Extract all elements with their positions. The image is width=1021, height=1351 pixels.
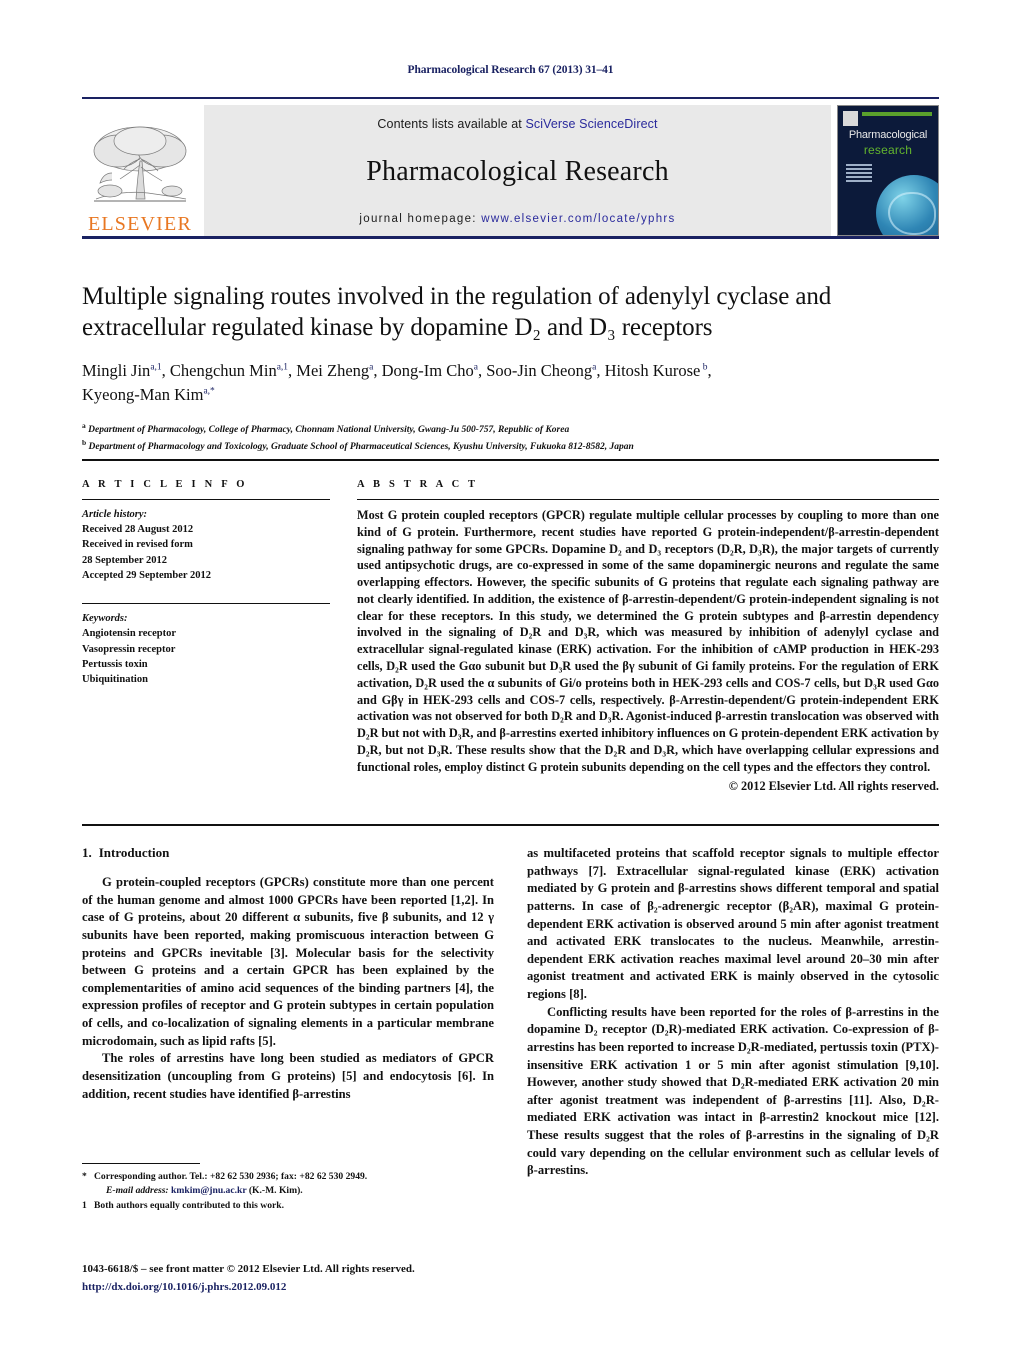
footnote-corresponding-author: * Corresponding author. Tel.: +82 62 530 … <box>82 1170 494 1184</box>
sciencedirect-link[interactable]: SciVerse ScienceDirect <box>525 117 657 131</box>
title-bottom-rule <box>82 459 939 461</box>
history-line-1: Received in revised form <box>82 539 193 551</box>
email-suffix: (K.-M. Kim). <box>248 1185 303 1197</box>
journal-cover-thumbnail: Pharmacological research <box>837 105 939 236</box>
homepage-prefix: journal homepage: <box>359 213 482 225</box>
journal-homepage-line: journal homepage: www.elsevier.com/locat… <box>359 213 675 225</box>
keyword-0: Angiotensin receptor <box>82 628 177 640</box>
masthead-center-band: Contents lists available at SciVerse Sci… <box>204 105 831 236</box>
cover-title-line1: Pharmacological <box>848 129 928 141</box>
elsevier-wordmark: ELSEVIER <box>87 213 193 235</box>
footnote-email: E-mail address: kmkim@jnu.ac.kr (K.-M. K… <box>82 1184 494 1198</box>
contents-lists-line: Contents lists available at SciVerse Sci… <box>377 117 657 131</box>
abstract-heading: A B S T R A C T <box>357 479 479 490</box>
abstract-bottom-rule <box>82 824 939 826</box>
article-info-rule <box>82 499 330 500</box>
history-line-0: Received 28 August 2012 <box>82 524 194 536</box>
journal-masthead: ELSEVIER Contents lists available at Sci… <box>82 97 939 236</box>
article-history-group: Article history: Received 28 August 2012… <box>82 507 330 583</box>
abstract-column: A B S T R A C T Most G protein coupled r… <box>357 479 939 794</box>
affiliation-a: a Department of Pharmacology, College of… <box>82 420 570 435</box>
intro-paragraph-3: as multifaceted proteins that scaffold r… <box>527 846 939 1001</box>
journal-homepage-link[interactable]: www.elsevier.com/locate/yphrs <box>481 213 675 225</box>
abstract-copyright: © 2012 Elsevier Ltd. All rights reserved… <box>728 778 939 793</box>
intro-paragraph-1: G protein-coupled receptors (GPCRs) cons… <box>82 875 494 1048</box>
cover-brain-image <box>876 175 938 235</box>
article-info-heading: A R T I C L E I N F O <box>82 479 248 490</box>
body-column-left: 1. Introduction G protein-coupled recepto… <box>82 845 494 1103</box>
cover-title-line2: research <box>863 143 913 157</box>
affiliation-a-text: Department of Pharmacology, College of P… <box>88 425 570 435</box>
elsevier-logo: ELSEVIER <box>82 105 198 236</box>
keywords-label: Keywords: <box>82 613 128 625</box>
page-title: Multiple signaling routes involved in th… <box>82 283 832 341</box>
cover-elsevier-mark-icon <box>843 111 858 126</box>
keyword-3: Ubiquitination <box>82 673 148 685</box>
elsevier-tree-icon <box>93 126 187 202</box>
keywords-group: Keywords: Angiotensin receptor Vasopress… <box>82 611 330 687</box>
keyword-2: Pertussis toxin <box>82 658 148 670</box>
history-line-2: 28 September 2012 <box>82 554 167 566</box>
abstract-text: Most G protein coupled receptors (GPCR) … <box>357 508 939 774</box>
corresponding-author-text: Corresponding author. Tel.: +82 62 530 2… <box>94 1171 368 1182</box>
issn-copyright-line: 1043-6618/$ – see front matter © 2012 El… <box>82 1263 415 1275</box>
email-label: E-mail address: <box>106 1185 169 1197</box>
keyword-1: Vasopressin receptor <box>82 643 176 655</box>
section-title-text: Introduction <box>98 845 170 860</box>
footnote-block: * Corresponding author. Tel.: +82 62 530 … <box>82 1163 494 1213</box>
keywords-rule <box>82 603 330 605</box>
doi-link[interactable]: http://dx.doi.org/10.1016/j.phrs.2012.09… <box>82 1279 582 1297</box>
article-history-label: Article history: <box>82 509 148 520</box>
equal-contribution-text: Both authors equally contributed to this… <box>94 1199 285 1211</box>
affiliation-b: b Department of Pharmacology and Toxicol… <box>82 438 634 453</box>
footnote-mark-one: 1 <box>82 1199 87 1211</box>
footnote-rule <box>82 1163 200 1164</box>
masthead-bottom-rule <box>82 236 939 239</box>
affiliation-b-text: Department of Pharmacology and Toxicolog… <box>88 442 634 453</box>
intro-paragraph-2: The roles of arrestins have long been st… <box>82 1051 494 1101</box>
footnote-equal-contribution: 1 Both authors equally contributed to thi… <box>82 1199 494 1213</box>
email-link[interactable]: kmkim@jnu.ac.kr <box>171 1185 246 1196</box>
page-footer: 1043-6618/$ – see front matter © 2012 El… <box>82 1261 582 1296</box>
footnote-mark-asterisk: * <box>82 1171 87 1182</box>
journal-article-page: Pharmacological Research 67 (2013) 31–41 <box>0 0 1021 1351</box>
cover-green-bar <box>862 112 932 116</box>
running-head: Pharmacological Research 67 (2013) 31–41 <box>407 64 614 76</box>
body-column-right: as multifaceted proteins that scaffold r… <box>527 845 939 1180</box>
intro-paragraph-4: Conflicting results have been reported f… <box>527 1004 939 1178</box>
section-number: 1. <box>82 845 92 860</box>
article-info-column: A R T I C L E I N F O Article history: R… <box>82 479 330 687</box>
journal-name: Pharmacological Research <box>366 156 669 187</box>
affiliation-list: a Department of Pharmacology, College of… <box>82 420 939 455</box>
title-block: Multiple signaling routes involved in th… <box>82 282 939 455</box>
author-list: Mingli Jina,1, Chengchun Mina,1, Mei Zhe… <box>82 361 712 404</box>
section-heading-introduction: 1. Introduction <box>82 845 494 861</box>
contents-prefix: Contents lists available at <box>377 117 526 131</box>
cover-text-lines-decoration <box>846 164 872 184</box>
abstract-rule <box>357 499 939 500</box>
history-line-3: Accepted 29 September 2012 <box>82 569 211 581</box>
